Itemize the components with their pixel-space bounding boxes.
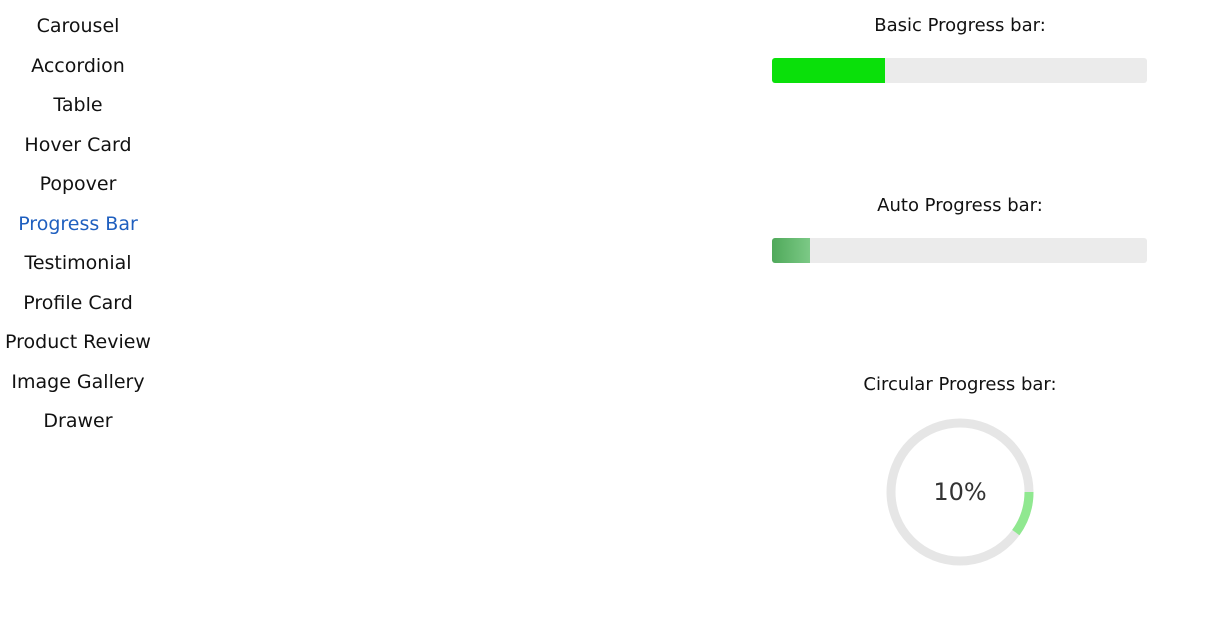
- sidebar-item-drawer[interactable]: Drawer: [0, 403, 156, 439]
- circular-progress: 10%: [882, 414, 1038, 570]
- basic-progress-fill: [772, 58, 885, 83]
- sidebar-item-profile-card[interactable]: Profile Card: [0, 285, 156, 321]
- sidebar-item-testimonial[interactable]: Testimonial: [0, 245, 156, 281]
- sidebar-item-carousel[interactable]: Carousel: [0, 8, 156, 44]
- auto-progress-title: Auto Progress bar:: [877, 195, 1043, 216]
- auto-progress-track: [772, 238, 1147, 263]
- circular-progress-label: 10%: [933, 478, 987, 506]
- sidebar-item-image-gallery[interactable]: Image Gallery: [0, 364, 156, 400]
- circular-progress-title: Circular Progress bar:: [863, 374, 1057, 395]
- sidebar-item-table[interactable]: Table: [0, 87, 156, 123]
- sidebar-item-popover[interactable]: Popover: [0, 166, 156, 202]
- basic-progress-title: Basic Progress bar:: [874, 15, 1046, 36]
- basic-progress-track: [772, 58, 1147, 83]
- sidebar-item-hover-card[interactable]: Hover Card: [0, 127, 156, 163]
- sidebar-item-accordion[interactable]: Accordion: [0, 48, 156, 84]
- sidebar-nav: Carousel Accordion Table Hover Card Popo…: [0, 0, 156, 640]
- sidebar-item-progress-bar[interactable]: Progress Bar: [0, 206, 156, 242]
- sidebar-item-product-review[interactable]: Product Review: [0, 324, 156, 360]
- auto-progress-fill: [772, 238, 810, 263]
